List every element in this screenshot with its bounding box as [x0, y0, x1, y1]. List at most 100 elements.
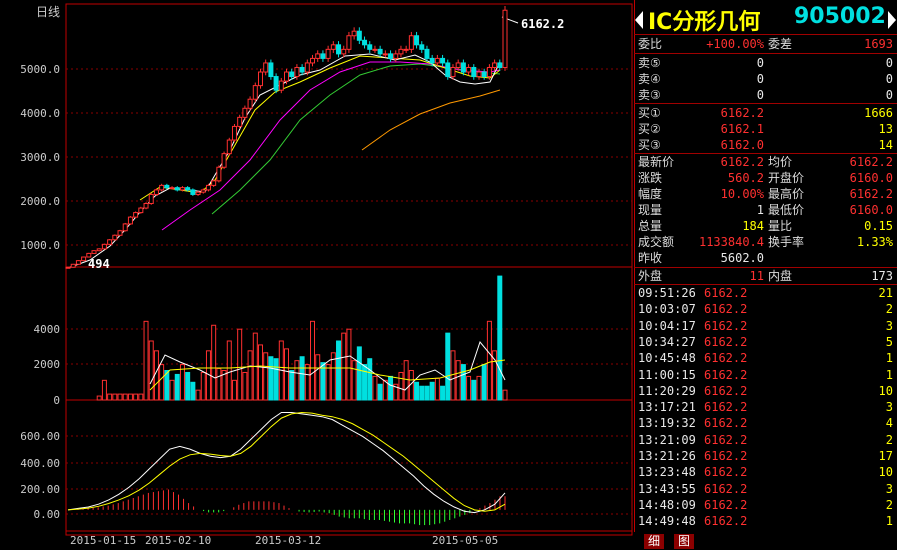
volume-bar	[257, 344, 263, 401]
stat-value: 6160.0	[849, 203, 893, 217]
candle-body	[205, 184, 211, 191]
volume-bar	[377, 383, 383, 401]
buy-level-label: 买③	[638, 138, 661, 152]
candle-body	[226, 139, 232, 155]
kline-chart[interactable]: 日线 5000.0 4000.0 3000.0 2000.0 1000.0 40…	[0, 0, 634, 550]
volume-bar	[372, 375, 378, 401]
next-security-icon[interactable]	[888, 11, 896, 29]
candle-body	[242, 107, 248, 118]
stat-value: 6162.2	[720, 155, 764, 169]
tick-volume: 10	[878, 465, 893, 480]
candle-body	[377, 48, 383, 55]
candle-body	[341, 48, 347, 55]
candle-body	[107, 239, 113, 245]
candle-body	[127, 216, 133, 225]
volume-bar	[445, 332, 451, 401]
stat-row: 现量 1 最低价 6160.0	[634, 202, 897, 218]
chart-frame	[65, 3, 633, 536]
candle-body	[440, 57, 446, 64]
tab-chart[interactable]: 图	[674, 534, 695, 549]
tick-row: 13:21:26 6162.2 17	[634, 448, 897, 464]
tick-time: 14:49:48	[638, 514, 696, 529]
candle-body	[434, 57, 440, 64]
ma-line-20	[161, 61, 501, 231]
candle-body	[159, 184, 165, 191]
sell-level-volume: 0	[885, 72, 893, 86]
candle-body	[200, 189, 206, 193]
candle-body	[429, 57, 435, 64]
prev-security-icon[interactable]	[635, 11, 643, 29]
volume-bar	[356, 346, 362, 401]
candle-body	[91, 250, 97, 254]
candle-body	[216, 166, 222, 182]
tick-price: 6162.2	[704, 383, 748, 398]
tab-detail[interactable]: 细	[644, 534, 665, 549]
tick-price: 6162.2	[704, 497, 748, 512]
tick-volume: 4	[885, 416, 893, 431]
tick-price: 6162.2	[704, 416, 748, 431]
volume-bar	[112, 393, 118, 401]
date-label: 2015-02-10	[145, 534, 211, 547]
stat-value: 184	[742, 219, 764, 233]
volume-bar	[471, 379, 477, 401]
volume-bar	[284, 348, 289, 401]
candle-body	[419, 44, 425, 50]
macd-axis-label: 0.00	[34, 508, 61, 521]
volume-axis-label: 0	[53, 394, 60, 407]
candle-body	[133, 212, 139, 218]
candle-body	[356, 30, 362, 41]
sell-level-label: 卖⑤	[638, 56, 661, 70]
stat-label: 均价	[768, 155, 793, 169]
tick-price: 6162.2	[704, 367, 748, 382]
volume-bar	[440, 385, 446, 401]
tick-time: 10:45:48	[638, 351, 696, 366]
candle-body	[502, 9, 508, 68]
candle-body	[112, 234, 118, 241]
volume-bar	[414, 381, 420, 401]
tick-time: 14:48:09	[638, 497, 696, 512]
tick-row: 13:43:55 6162.2 3	[634, 481, 897, 497]
candle-body	[138, 207, 144, 214]
volume-bar	[174, 373, 180, 401]
volume-bar	[237, 328, 243, 401]
divider	[634, 103, 897, 104]
stat-value: 1.33%	[856, 235, 893, 249]
tick-volume: 5	[885, 334, 893, 349]
stat-label: 开盘价	[768, 171, 805, 185]
tick-volume: 1	[885, 351, 893, 366]
sell-level-label: 卖③	[638, 88, 661, 102]
volume-axis-label: 4000	[34, 323, 61, 336]
volume-bar	[195, 389, 201, 401]
security-name: IC分形几何	[648, 10, 761, 35]
candle-body	[351, 30, 357, 37]
candle-body	[388, 53, 394, 59]
volume-bar	[486, 320, 492, 401]
tick-row: 10:45:48 6162.2 1	[634, 350, 897, 366]
stat-label: 成交额	[638, 235, 675, 249]
candle-body	[450, 66, 456, 78]
volume-bar	[190, 381, 196, 401]
tick-time: 10:04:17	[638, 318, 696, 333]
candle-body	[497, 62, 503, 68]
buy-level-volume: 14	[878, 138, 893, 152]
candle-body	[486, 66, 492, 78]
volume-bar	[179, 364, 185, 401]
candle-body	[96, 248, 102, 252]
volume-bar	[476, 375, 482, 401]
stat-value: 6162.2	[849, 155, 893, 169]
sell-level-row: 卖④ 0 0	[634, 71, 897, 87]
tick-price: 6162.2	[704, 432, 748, 447]
weibi-label: 委比	[638, 37, 663, 51]
volume-bar	[211, 324, 217, 401]
quote-panel: IC分形几何 905002 委比 +100.00% 委差 1693 昨收 560…	[634, 0, 897, 550]
date-label: 2015-01-15	[70, 534, 136, 547]
volume-bar	[153, 350, 159, 401]
buy-level-row: 买① 6162.2 1666	[634, 105, 897, 121]
tick-volume: 21	[878, 286, 893, 300]
tick-volume: 10	[878, 383, 893, 398]
sell-level-volume: 0	[885, 56, 893, 70]
tick-row: 11:20:29 6162.2 10	[634, 383, 897, 399]
volume-bar	[169, 379, 175, 401]
candle-body	[190, 189, 196, 195]
tick-time: 11:00:15	[638, 367, 696, 382]
